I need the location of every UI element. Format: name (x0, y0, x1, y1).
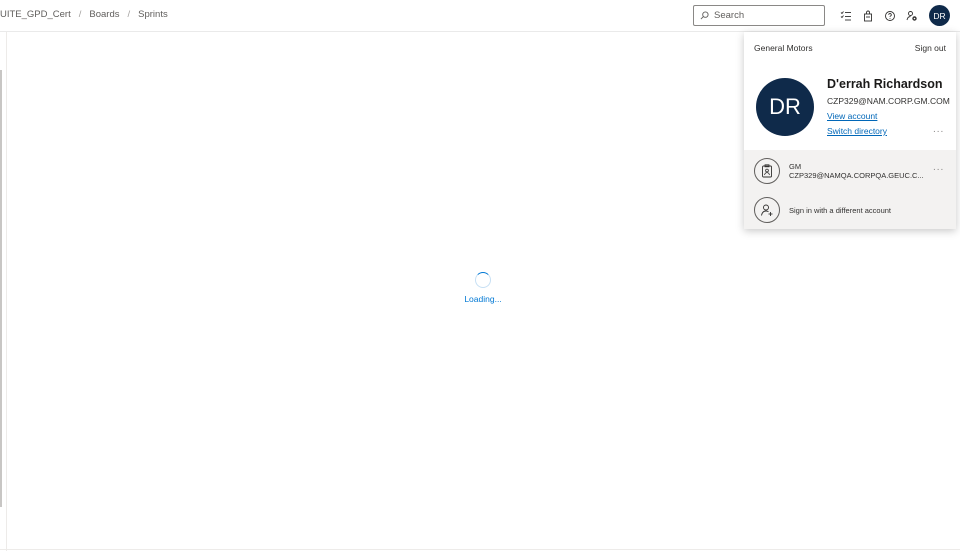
loading-indicator: Loading... (443, 272, 523, 304)
account-more-button[interactable]: ... (933, 124, 944, 135)
account-user-email: CZP329@NAM.CORP.GM.COM (827, 96, 950, 106)
other-account-more-button[interactable]: ... (933, 162, 944, 173)
breadcrumb-item-boards[interactable]: Boards (89, 9, 119, 20)
search-box[interactable] (693, 5, 825, 26)
sign-in-different-account-label: Sign in with a different account (789, 206, 892, 215)
bottom-divider (0, 549, 960, 550)
org-name: General Motors (754, 43, 813, 53)
left-divider (6, 32, 7, 551)
account-avatar: DR (756, 78, 814, 136)
search-icon (700, 11, 709, 20)
other-account-org: GM (789, 162, 802, 171)
spinner-icon (475, 272, 491, 288)
top-bar: UITE_GPD_Cert / Boards / Sprints Search … (0, 0, 960, 32)
badge-icon (754, 158, 780, 184)
help-icon[interactable] (882, 8, 898, 24)
task-list-icon[interactable] (838, 8, 854, 24)
loading-text: Loading... (464, 294, 502, 304)
other-accounts-section: GM CZP329@NAMQA.CORPQA.GEUC.C... ... Sig… (744, 150, 956, 229)
breadcrumb-item-sprints[interactable]: Sprints (138, 9, 168, 20)
breadcrumb-item-project[interactable]: UITE_GPD_Cert (0, 9, 71, 20)
account-user-name: D'errah Richardson (827, 77, 943, 91)
add-user-icon (754, 197, 780, 223)
switch-directory-link[interactable]: Switch directory (827, 126, 887, 136)
user-settings-icon[interactable] (904, 8, 920, 24)
sign-in-different-account-button[interactable]: Sign in with a different account (744, 191, 956, 229)
breadcrumb: UITE_GPD_Cert / Boards / Sprints (0, 9, 168, 20)
other-account-item[interactable]: GM CZP329@NAMQA.CORPQA.GEUC.C... ... (744, 152, 956, 190)
breadcrumb-separator: / (78, 9, 82, 20)
other-account-email: CZP329@NAMQA.CORPQA.GEUC.C... (789, 171, 924, 180)
shopping-bag-icon[interactable] (860, 8, 876, 24)
sign-out-button[interactable]: Sign out (915, 43, 946, 53)
account-panel: General Motors Sign out DR D'errah Richa… (744, 32, 956, 229)
left-scroll-indicator[interactable] (0, 70, 2, 507)
search-input[interactable] (714, 10, 814, 21)
user-avatar-button[interactable]: DR (929, 5, 950, 26)
breadcrumb-separator: / (127, 9, 131, 20)
view-account-link[interactable]: View account (827, 111, 877, 121)
